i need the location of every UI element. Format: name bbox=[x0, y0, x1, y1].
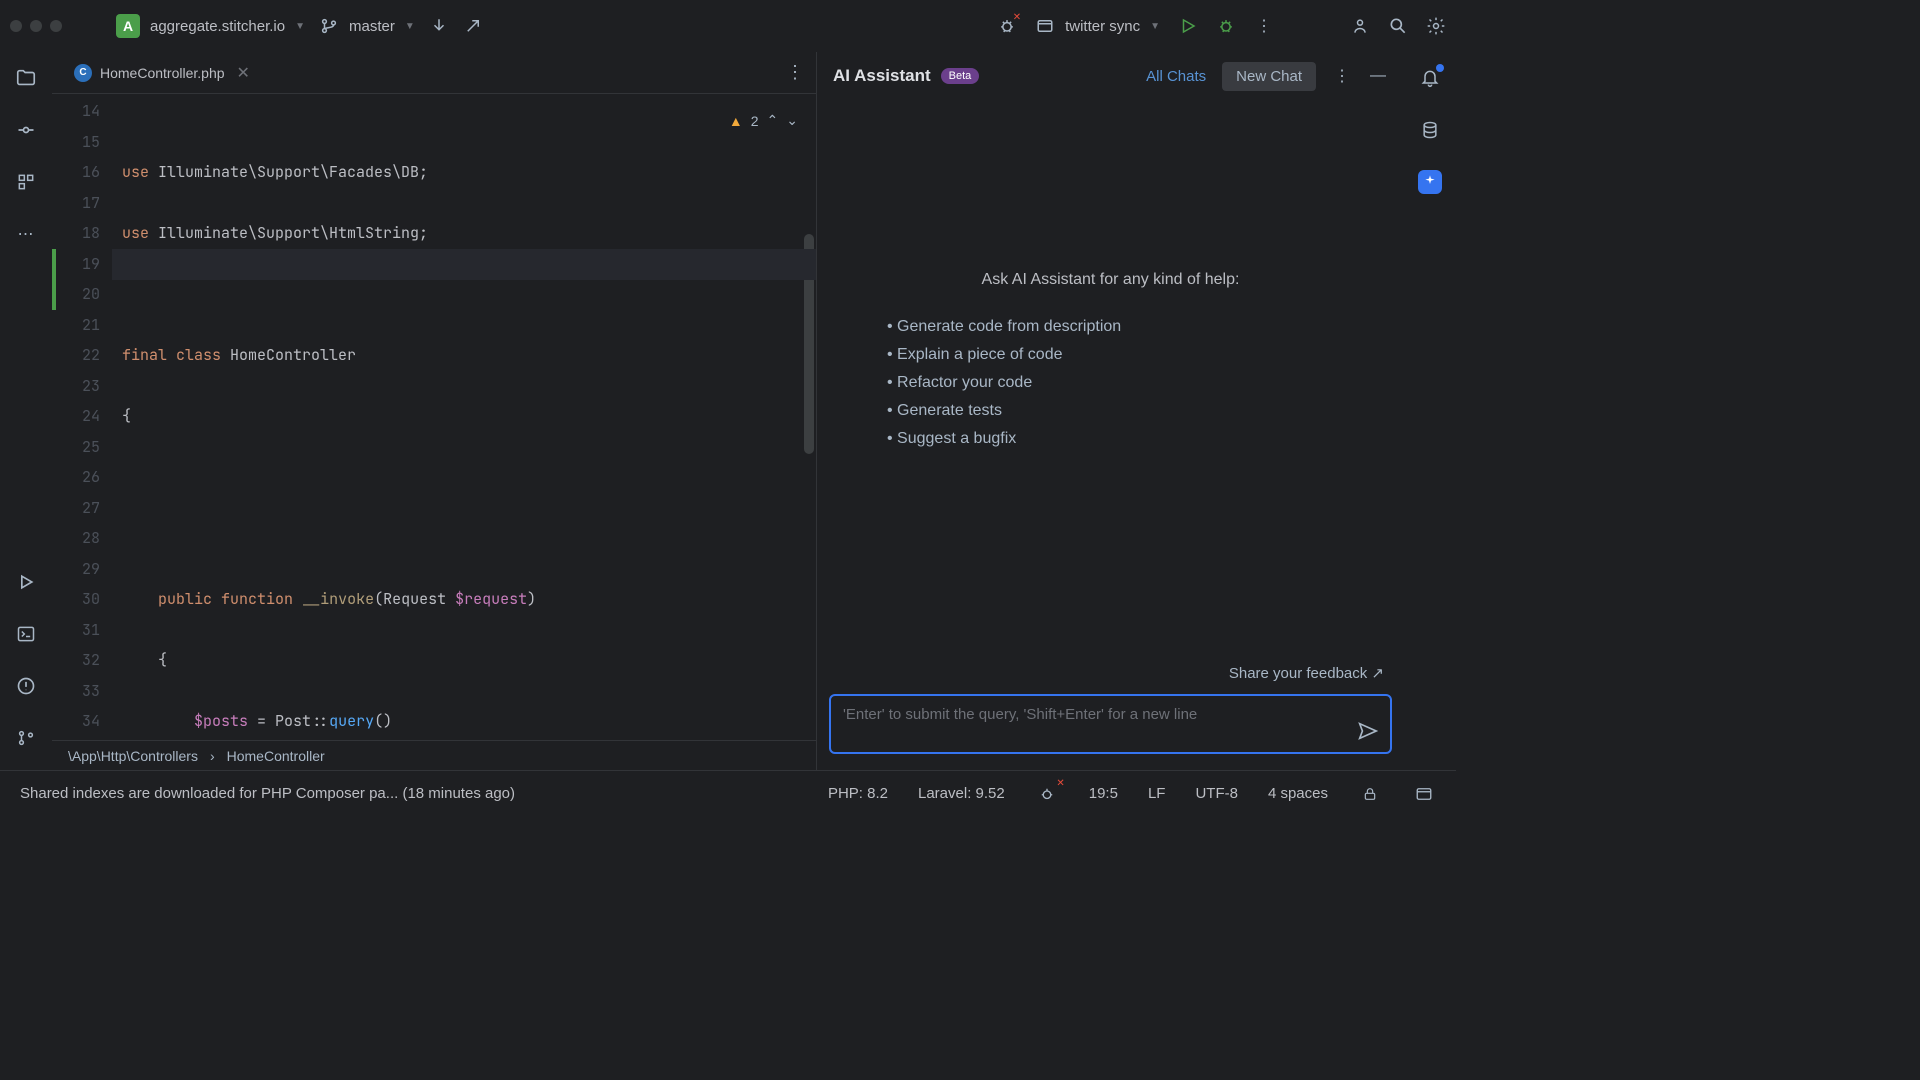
close-window[interactable] bbox=[10, 20, 22, 32]
run-config-name: twitter sync bbox=[1065, 18, 1140, 35]
settings-icon[interactable] bbox=[1426, 16, 1446, 36]
readonly-icon[interactable] bbox=[1358, 782, 1382, 806]
breadcrumb-separator: › bbox=[210, 748, 215, 764]
breadcrumb[interactable]: \App\Http\Controllers › HomeController bbox=[52, 740, 816, 770]
ai-assistant-tool-icon[interactable] bbox=[1418, 170, 1442, 194]
new-chat-button[interactable]: New Chat bbox=[1222, 62, 1316, 91]
notifications-icon[interactable] bbox=[1418, 66, 1442, 90]
send-icon[interactable] bbox=[1356, 720, 1378, 742]
xdebug-icon[interactable] bbox=[1035, 782, 1059, 806]
more-tool-icon[interactable]: ⋯ bbox=[14, 222, 38, 246]
feedback-link[interactable]: Share your feedback ↗ bbox=[817, 664, 1404, 694]
all-chats-link[interactable]: All Chats bbox=[1146, 68, 1206, 85]
status-line-separator[interactable]: LF bbox=[1148, 785, 1166, 802]
ai-assistant-panel: AI Assistant Beta All Chats New Chat ⋮ —… bbox=[816, 52, 1404, 770]
warning-count: 2 bbox=[751, 113, 759, 129]
window-controls bbox=[10, 20, 62, 32]
editor-tabs: C HomeController.php ✕ ⋮ bbox=[52, 52, 816, 94]
project-badge-icon: A bbox=[116, 14, 140, 38]
chevron-down-icon: ▼ bbox=[1150, 21, 1160, 32]
vcs-pull-icon[interactable] bbox=[429, 16, 449, 36]
php-file-icon: C bbox=[74, 64, 92, 82]
status-laravel[interactable]: Laravel: 9.52 bbox=[918, 785, 1005, 802]
breadcrumb-namespace[interactable]: \App\Http\Controllers bbox=[68, 748, 198, 764]
title-bar: A aggregate.stitcher.io ▼ master ▼ twitt… bbox=[0, 0, 1456, 52]
minimize-window[interactable] bbox=[30, 20, 42, 32]
next-highlight-icon[interactable]: ⌄ bbox=[786, 112, 798, 129]
branch-icon bbox=[319, 16, 339, 36]
branch-name: master bbox=[349, 18, 395, 35]
code-editor[interactable]: ▲ 2 ⌃ ⌄ 14151617181920212223242526272829… bbox=[52, 94, 816, 740]
ai-header: AI Assistant Beta All Chats New Chat ⋮ — bbox=[817, 52, 1404, 100]
warning-icon: ▲ bbox=[729, 113, 743, 129]
vcs-push-icon[interactable] bbox=[463, 16, 483, 36]
inspection-widget[interactable]: ▲ 2 ⌃ ⌄ bbox=[729, 112, 798, 129]
line-gutter: 1415161718192021222324252627282930313233… bbox=[52, 94, 112, 740]
git-tool-icon[interactable] bbox=[14, 726, 38, 750]
ai-title: AI Assistant bbox=[833, 66, 931, 86]
status-indent[interactable]: 4 spaces bbox=[1268, 785, 1328, 802]
ai-more-icon[interactable]: ⋮ bbox=[1332, 66, 1352, 86]
chevron-down-icon: ▼ bbox=[405, 21, 415, 32]
maximize-window[interactable] bbox=[50, 20, 62, 32]
database-tool-icon[interactable] bbox=[1418, 118, 1442, 142]
status-php[interactable]: PHP: 8.2 bbox=[828, 785, 888, 802]
status-message[interactable]: Shared indexes are downloaded for PHP Co… bbox=[20, 785, 515, 802]
right-tool-bar bbox=[1404, 52, 1456, 770]
close-tab-icon[interactable]: ✕ bbox=[237, 63, 250, 83]
minimize-panel-icon[interactable]: — bbox=[1368, 66, 1388, 86]
commit-tool-icon[interactable] bbox=[14, 118, 38, 142]
editor-tab[interactable]: C HomeController.php ✕ bbox=[64, 52, 260, 93]
project-name: aggregate.stitcher.io bbox=[150, 18, 285, 35]
deployment-icon[interactable] bbox=[1412, 782, 1436, 806]
debug-icon[interactable] bbox=[1216, 16, 1236, 36]
tab-more-icon[interactable]: ⋮ bbox=[786, 62, 804, 83]
ai-chat-input[interactable]: 'Enter' to submit the query, 'Shift+Ente… bbox=[829, 694, 1392, 754]
problems-tool-icon[interactable] bbox=[14, 674, 38, 698]
ai-suggestions: • Generate code from description • Expla… bbox=[887, 313, 1334, 453]
ai-input-placeholder: 'Enter' to submit the query, 'Shift+Ente… bbox=[843, 706, 1197, 723]
editor-area: C HomeController.php ✕ ⋮ ▲ 2 ⌃ ⌄ 1415161… bbox=[52, 52, 816, 770]
ai-body: Ask AI Assistant for any kind of help: •… bbox=[817, 100, 1404, 664]
ai-prompt-text: Ask AI Assistant for any kind of help: bbox=[887, 271, 1334, 289]
status-cursor-position[interactable]: 19:5 bbox=[1089, 785, 1118, 802]
breadcrumb-class[interactable]: HomeController bbox=[227, 748, 325, 764]
code-with-me-icon[interactable] bbox=[1350, 16, 1370, 36]
structure-tool-icon[interactable] bbox=[14, 170, 38, 194]
chevron-down-icon: ▼ bbox=[295, 21, 305, 32]
inspections-icon[interactable] bbox=[997, 16, 1017, 36]
status-encoding[interactable]: UTF-8 bbox=[1195, 785, 1238, 802]
project-tool-icon[interactable] bbox=[14, 66, 38, 90]
run-config-icon bbox=[1035, 16, 1055, 36]
run-config-selector[interactable]: twitter sync ▼ bbox=[1035, 16, 1160, 36]
search-icon[interactable] bbox=[1388, 16, 1408, 36]
terminal-tool-icon[interactable] bbox=[14, 622, 38, 646]
status-bar: Shared indexes are downloaded for PHP Co… bbox=[0, 770, 1456, 816]
prev-highlight-icon[interactable]: ⌃ bbox=[767, 112, 779, 129]
left-tool-bar: ⋯ bbox=[0, 52, 52, 770]
tab-filename: HomeController.php bbox=[100, 65, 225, 81]
more-actions-icon[interactable]: ⋮ bbox=[1254, 16, 1274, 36]
beta-badge: Beta bbox=[941, 68, 980, 84]
services-tool-icon[interactable] bbox=[14, 570, 38, 594]
vcs-branch-selector[interactable]: master ▼ bbox=[319, 16, 415, 36]
run-icon[interactable] bbox=[1178, 16, 1198, 36]
code-content[interactable]: use Illuminate\Support\Facades\DB; use I… bbox=[112, 94, 816, 740]
current-line-highlight bbox=[112, 249, 816, 280]
project-selector[interactable]: A aggregate.stitcher.io ▼ bbox=[116, 14, 305, 38]
